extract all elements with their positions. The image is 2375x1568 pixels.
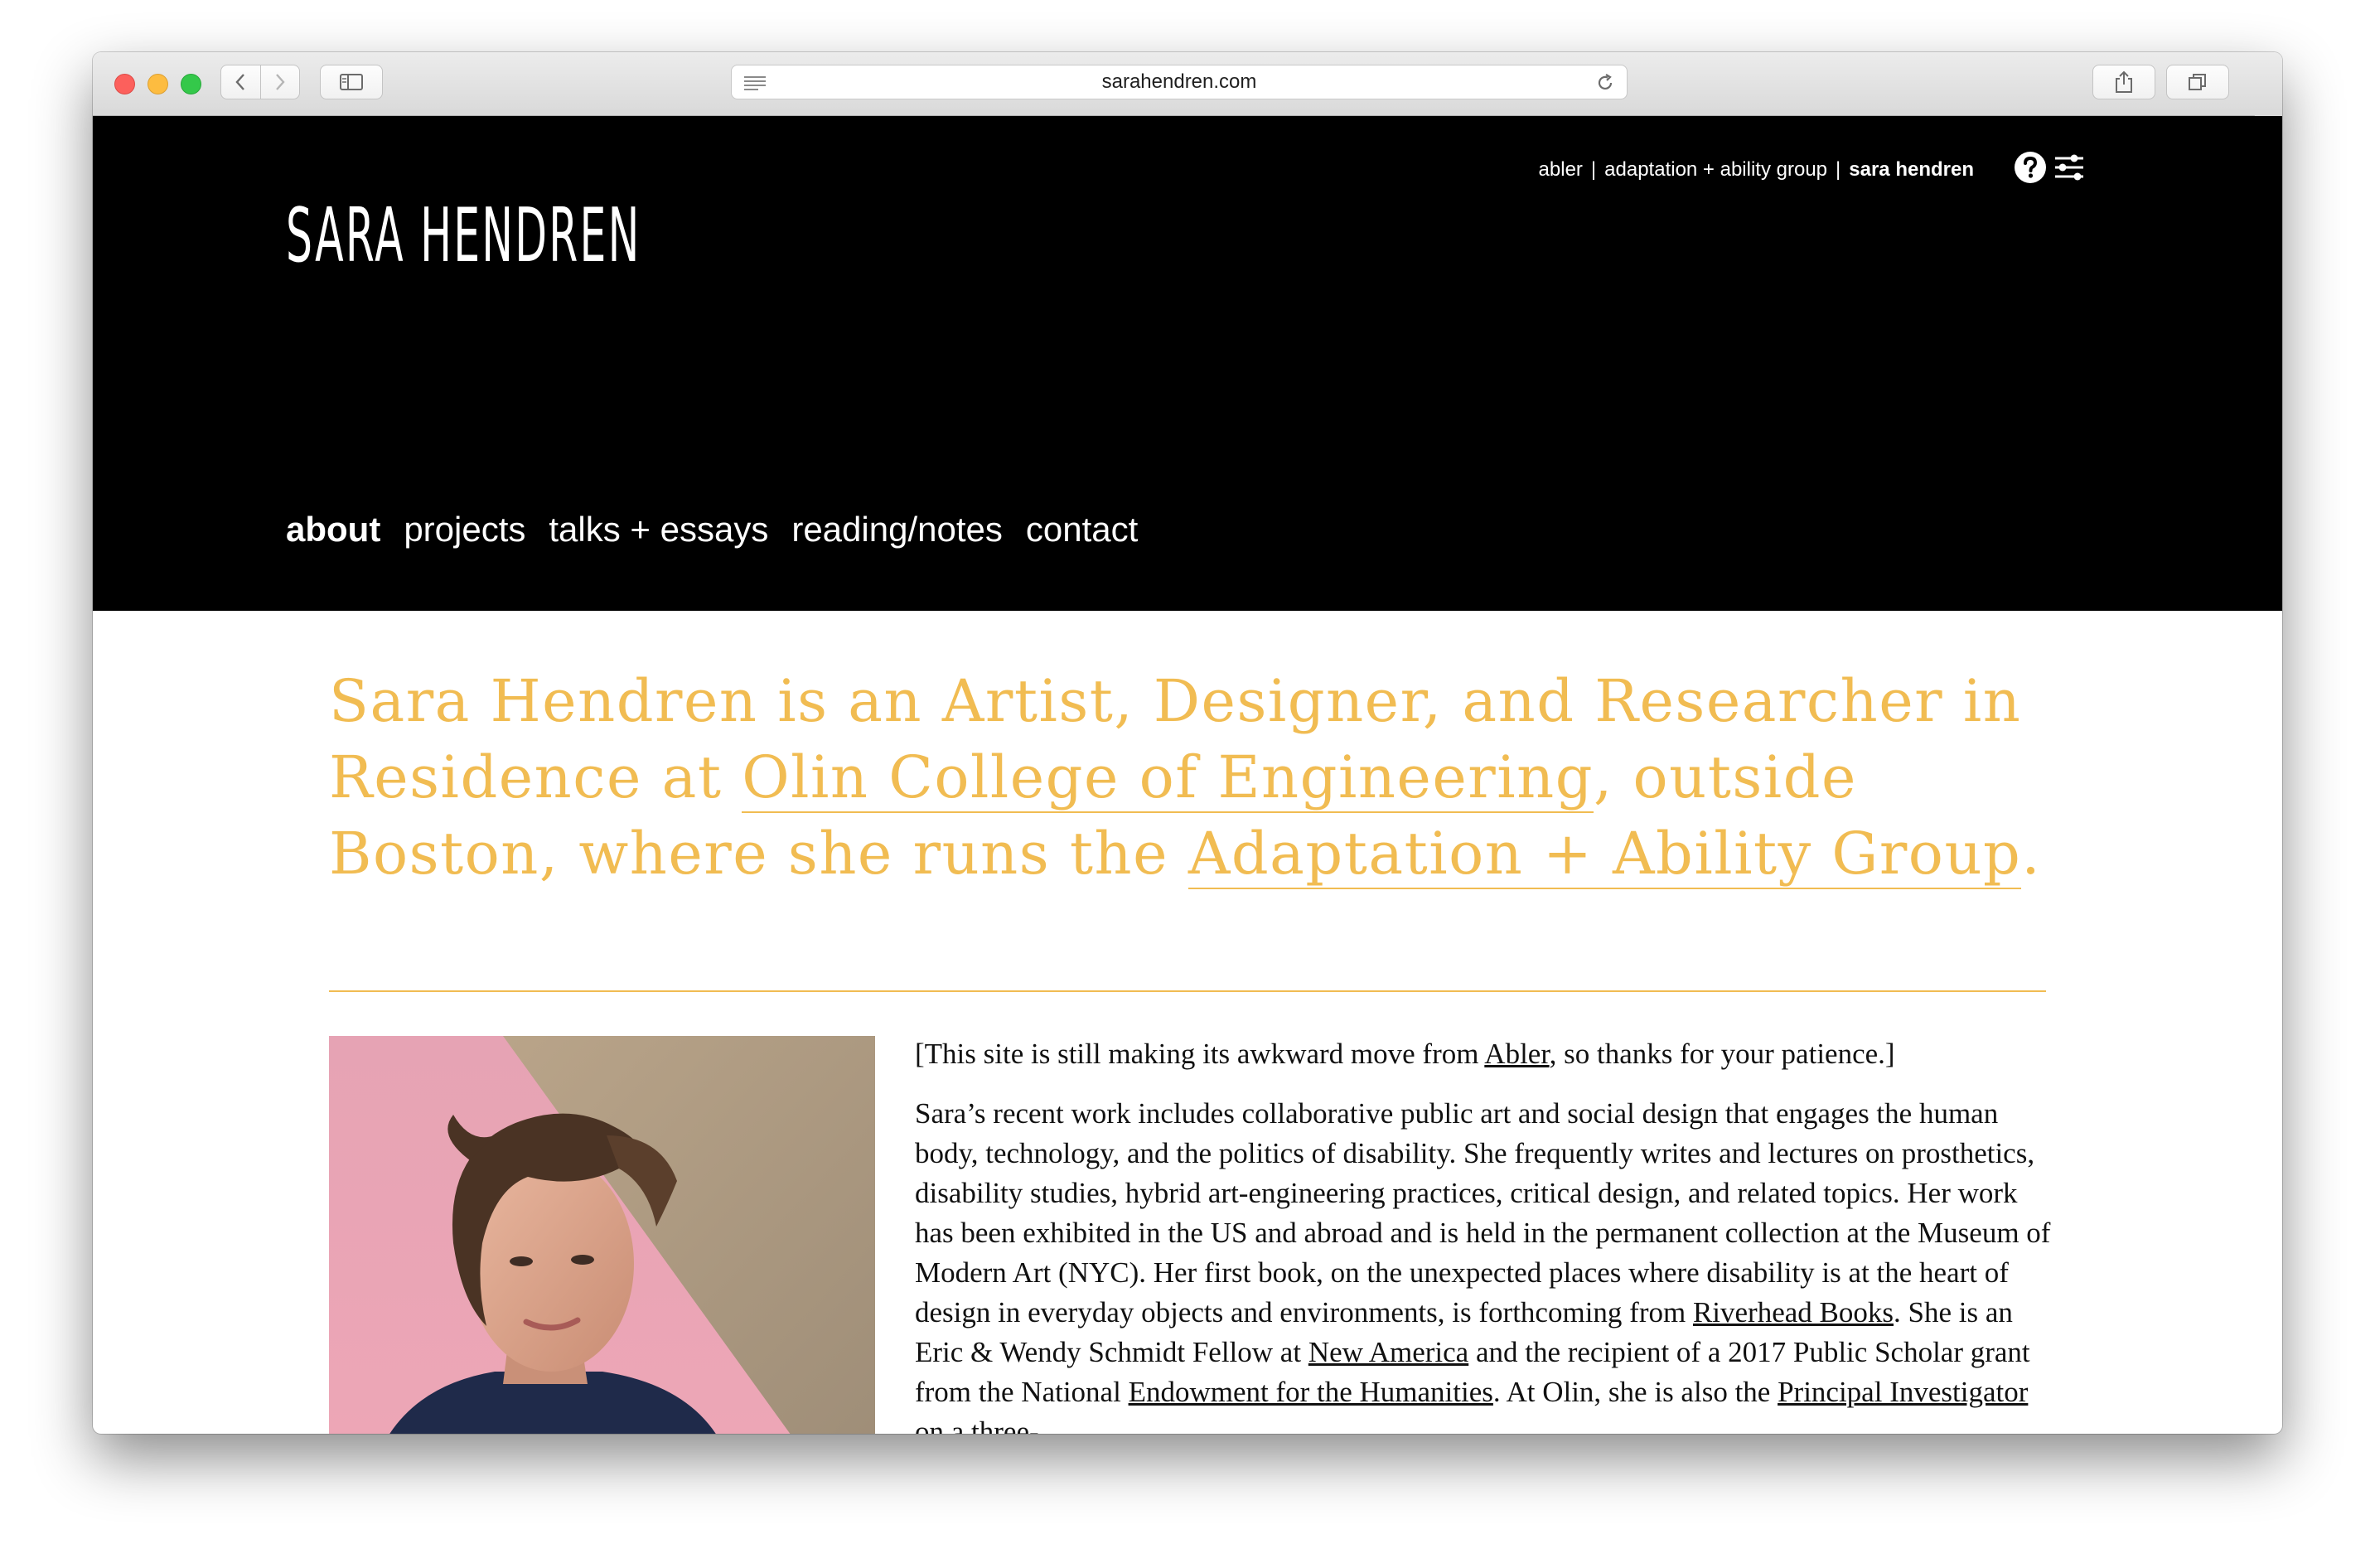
share-button[interactable] — [2092, 65, 2155, 99]
settings-icon[interactable] — [2053, 152, 2085, 183]
principal-investigator-link[interactable]: Principal Investigator — [1778, 1376, 2028, 1408]
bio-text-segment: on a three- — [915, 1416, 1039, 1434]
nav-talks-essays[interactable]: talks + essays — [549, 510, 768, 549]
share-icon — [2116, 70, 2132, 93]
browser-toolbar: sarahendren.com — [93, 52, 2282, 116]
nav-about[interactable]: about — [286, 510, 380, 549]
sidebar-icon — [340, 74, 363, 90]
intro-headline: Sara Hendren is an Artist, Designer, and… — [329, 663, 2086, 892]
top-nav-separator: | — [1590, 158, 1597, 181]
forward-button[interactable] — [259, 65, 300, 99]
bio-paragraph: Sara’s recent work includes collaborativ… — [915, 1094, 2063, 1434]
address-bar[interactable]: sarahendren.com — [731, 65, 1628, 99]
top-nav-abler[interactable]: abler — [1539, 158, 1583, 181]
nav-reading-notes[interactable]: reading/notes — [791, 510, 1003, 549]
sidebar-button[interactable] — [320, 65, 383, 99]
zoom-window-button[interactable] — [181, 74, 201, 94]
show-tabs-button[interactable] — [2166, 65, 2229, 99]
top-nav-sara-hendren[interactable]: sara hendren — [1849, 158, 1974, 181]
top-nav: abler | adaptation + ability group | sar… — [1539, 153, 1974, 186]
minimize-window-button[interactable] — [148, 74, 168, 94]
forward-icon — [275, 74, 285, 90]
nav-contact[interactable]: contact — [1026, 510, 1138, 549]
nav-projects[interactable]: projects — [404, 510, 525, 549]
adaptation-ability-group-link[interactable]: Adaptation + Ability Group — [1188, 820, 2022, 889]
notice-text: [This site is still making its awkward m… — [915, 1038, 1485, 1070]
browser-window: sarahendren.com SARA HENDREN abler | ada… — [93, 52, 2282, 1434]
history-nav-group — [220, 65, 300, 99]
back-icon — [235, 74, 245, 90]
abler-link[interactable]: Abler — [1484, 1038, 1549, 1070]
riverhead-books-link[interactable]: Riverhead Books — [1693, 1296, 1894, 1328]
reload-icon[interactable] — [1595, 73, 1615, 93]
site-header: SARA HENDREN abler | adaptation + abilit… — [93, 116, 2282, 611]
tabs-icon — [2189, 74, 2206, 90]
bio-text: [This site is still making its awkward m… — [915, 1034, 2063, 1434]
new-america-link[interactable]: New America — [1308, 1336, 1468, 1368]
bio-text-segment: Sara’s recent work includes collaborativ… — [915, 1097, 2051, 1328]
url-text: sarahendren.com — [1101, 70, 1257, 93]
notice-text: , so thanks for your patience.] — [1549, 1038, 1895, 1070]
bio-text-segment: . At Olin, she is also the — [1492, 1376, 1778, 1408]
top-nav-adaptation-ability-group[interactable]: adaptation + ability group — [1604, 158, 1827, 181]
olin-college-link[interactable]: Olin College of Engineering — [742, 743, 1594, 813]
portrait-photo — [329, 1036, 875, 1434]
help-icon[interactable] — [2014, 151, 2047, 184]
close-window-button[interactable] — [114, 74, 135, 94]
divider — [329, 990, 2046, 992]
neh-link[interactable]: Endowment for the Humanities — [1129, 1376, 1493, 1408]
top-nav-separator: | — [1836, 158, 1841, 181]
main-nav: about projects talks + essays reading/no… — [286, 510, 1138, 549]
headline-text: . — [2021, 820, 2042, 888]
site-logo[interactable]: SARA HENDREN — [286, 174, 641, 298]
back-button[interactable] — [221, 65, 260, 99]
notice-paragraph: [This site is still making its awkward m… — [915, 1034, 2063, 1074]
